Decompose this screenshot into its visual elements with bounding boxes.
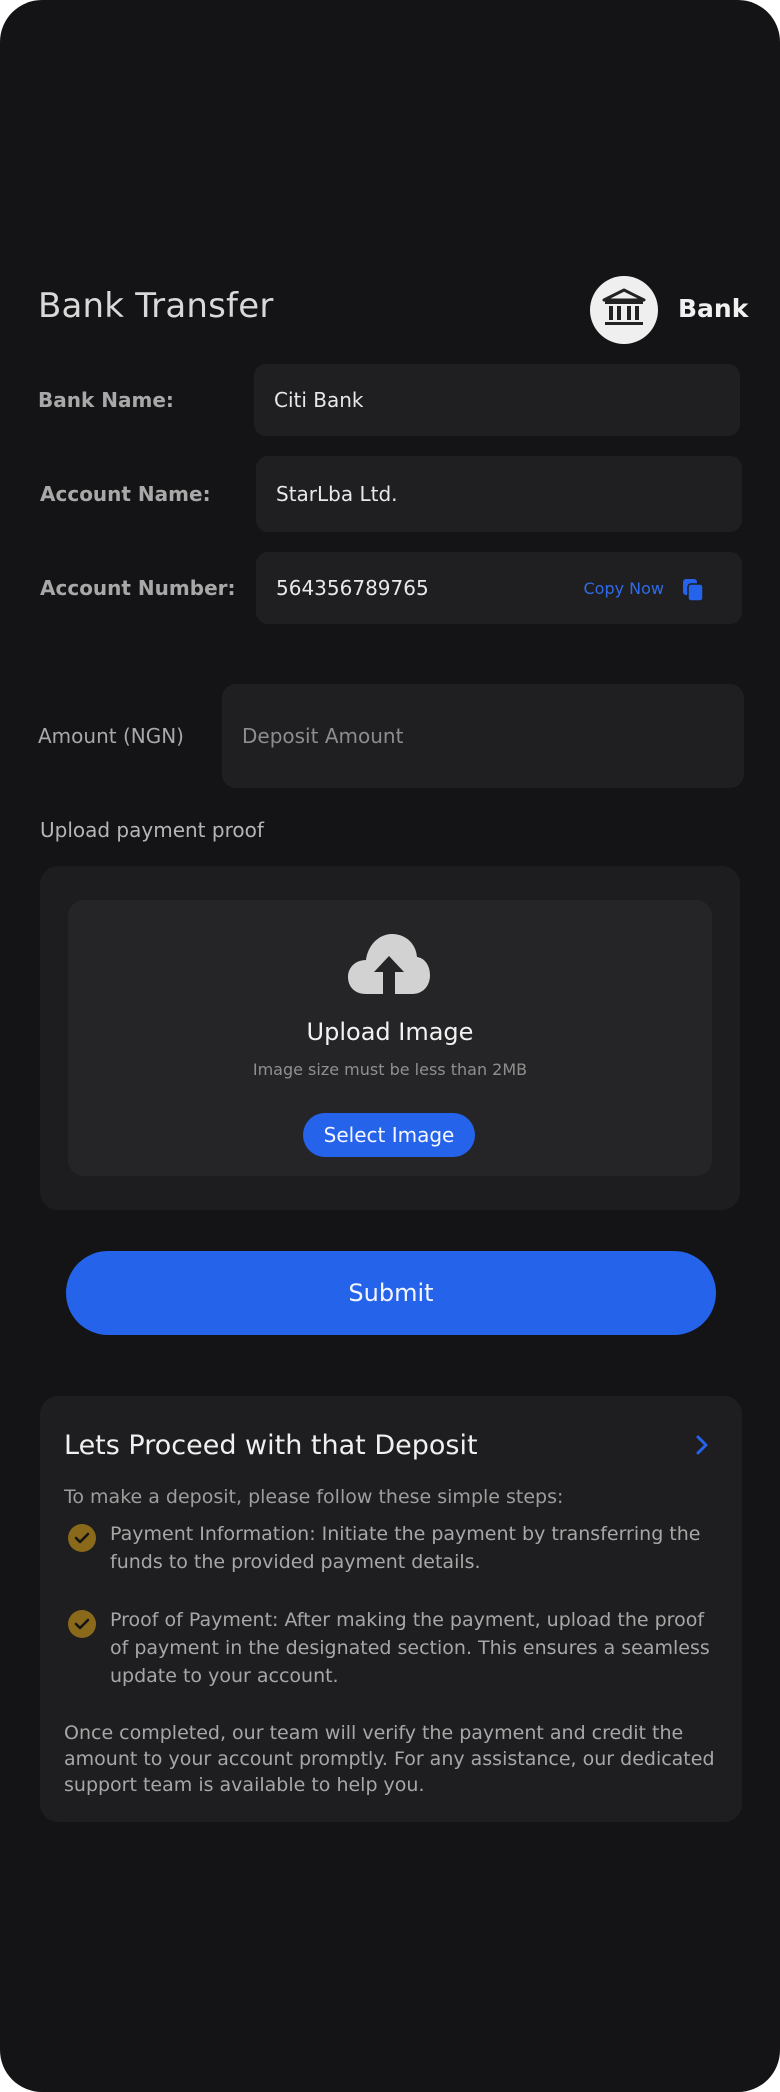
account-name-value: StarLba Ltd. (276, 482, 398, 506)
page-title: Bank Transfer (38, 286, 274, 326)
instructions-outro: Once completed, our team will verify the… (64, 1722, 715, 1796)
step-proof-of-payment: Proof of Payment: After making the payme… (110, 1609, 710, 1687)
bank-icon (602, 288, 646, 332)
instructions-intro: To make a deposit, please follow these s… (64, 1486, 564, 1508)
check-circle-icon (68, 1524, 96, 1552)
step-payment-information: Payment Information: Initiate the paymen… (110, 1523, 701, 1573)
copy-icon[interactable] (682, 578, 704, 602)
upload-section-label: Upload payment proof (40, 818, 264, 842)
payment-method-label: Bank (678, 294, 749, 323)
cloud-upload-icon (346, 930, 432, 996)
amount-label: Amount (NGN) (38, 724, 184, 748)
chevron-right-icon[interactable] (692, 1432, 712, 1458)
upload-title: Upload Image (306, 1018, 474, 1046)
bank-transfer-screen: Bank Transfer Bank Bank Name: Citi Bank … (0, 0, 780, 2092)
account-name-label: Account Name: (40, 482, 211, 506)
account-name-field: StarLba Ltd. (256, 456, 742, 532)
upload-size-hint: Image size must be less than 2MB (252, 1060, 528, 1079)
bank-name-label: Bank Name: (38, 388, 174, 412)
select-image-button[interactable]: Select Image (303, 1113, 475, 1157)
copy-now-link[interactable]: Copy Now (583, 579, 664, 598)
instructions-title: Lets Proceed with that Deposit (64, 1430, 478, 1461)
bank-badge (590, 276, 658, 344)
bank-name-field: Citi Bank (254, 364, 740, 436)
submit-button[interactable]: Submit (66, 1251, 716, 1335)
account-number-field: 564356789765 Copy Now (256, 552, 742, 624)
check-circle-icon (68, 1610, 96, 1638)
deposit-amount-input[interactable] (222, 684, 744, 788)
account-number-value: 564356789765 (276, 576, 429, 600)
bank-name-value: Citi Bank (274, 388, 364, 412)
account-number-label: Account Number: (40, 576, 236, 600)
